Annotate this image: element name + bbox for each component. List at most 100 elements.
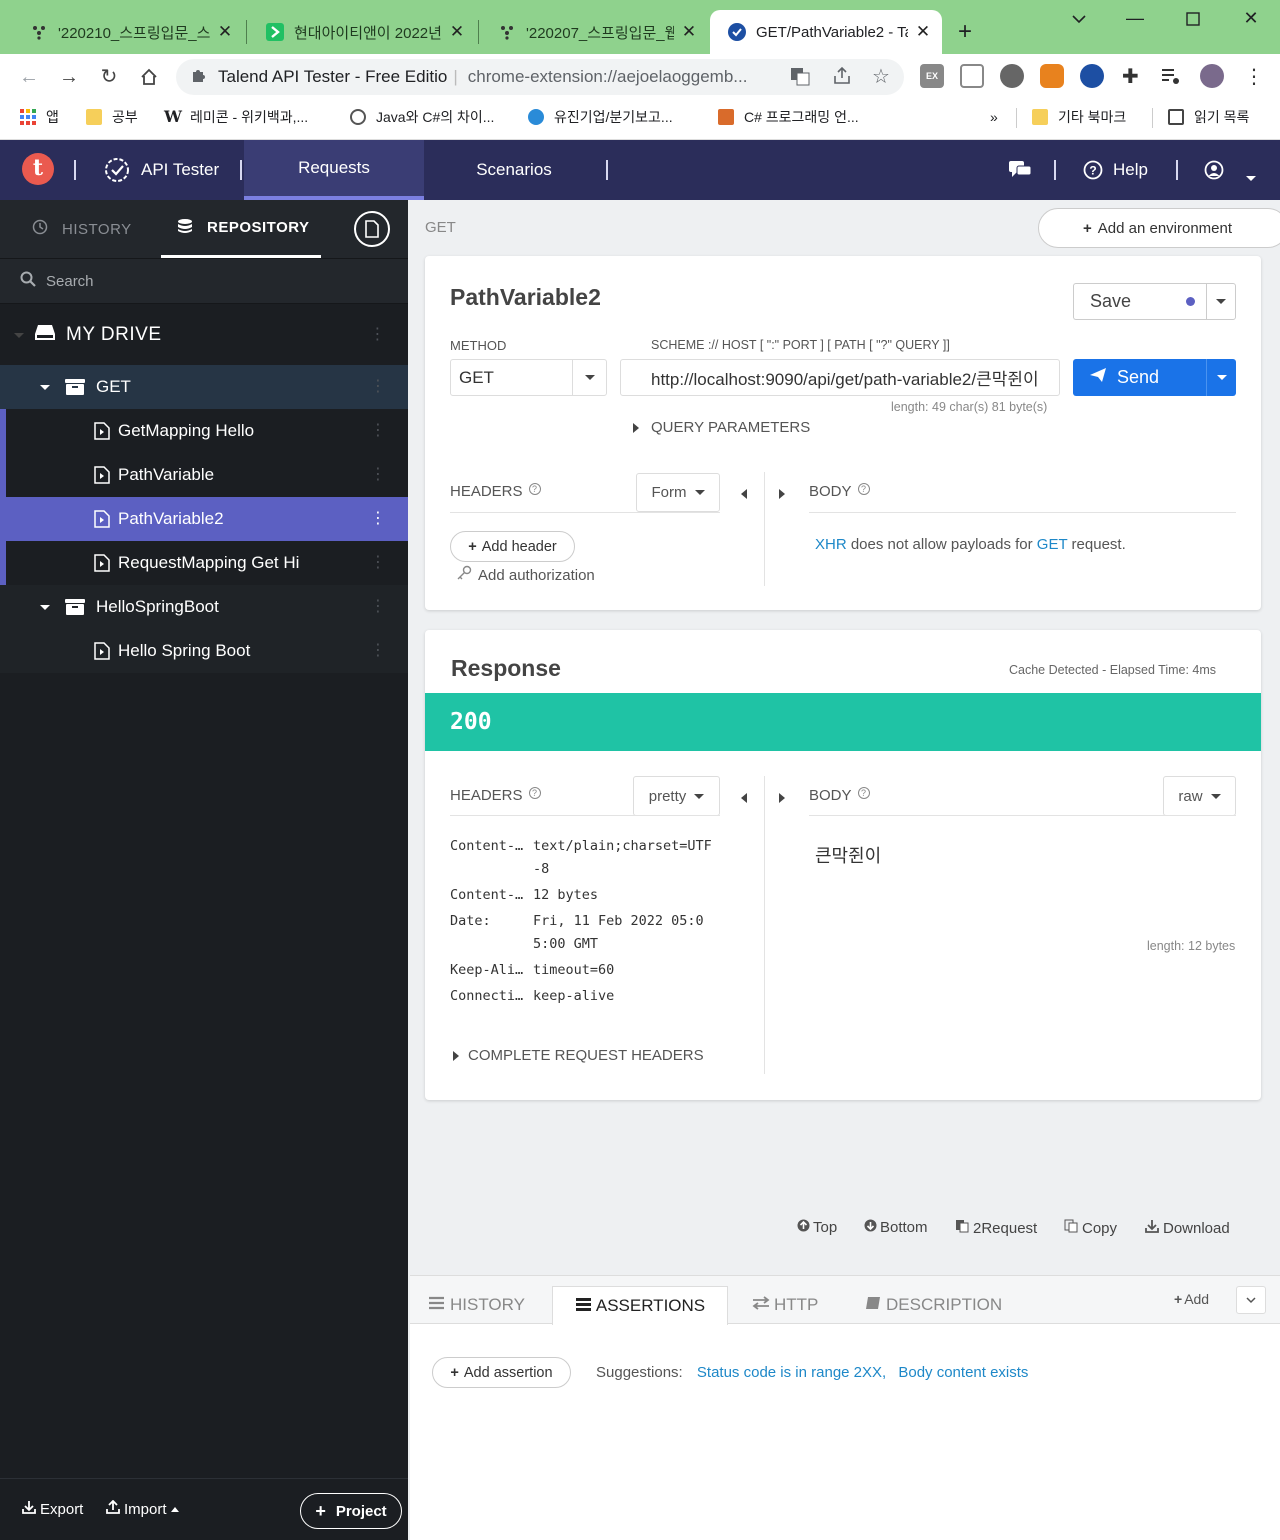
bottom-tab-description[interactable]: DESCRIPTION [865,1286,1002,1324]
my-drive-row[interactable]: MY DRIVE ⋮ [0,312,408,358]
reading-list[interactable]: 읽기 목록 [1168,106,1249,128]
headers-mode-select[interactable]: Form [636,473,720,512]
add-assertion-button[interactable]: + Add assertion [432,1357,571,1388]
new-tab-icon[interactable]: + [958,18,972,46]
maximize-icon[interactable] [1178,8,1208,31]
expand-right-icon[interactable] [779,486,785,502]
response-body-format-select[interactable]: raw [1163,776,1236,816]
tree-folder-get[interactable]: GET ⋮ [0,365,408,409]
tab-close-icon[interactable]: ✕ [448,22,466,42]
add-tab-button[interactable]: + Add [1174,1291,1209,1307]
tab-history[interactable]: HISTORY [32,200,132,258]
tab-close-icon[interactable]: ✕ [914,22,932,42]
extension-icon[interactable] [1000,64,1024,88]
tree-request[interactable]: GetMapping Hello ⋮ [0,409,408,453]
metamask-icon[interactable] [1040,64,1064,88]
get-link[interactable]: GET [1037,536,1068,553]
nav-scenarios[interactable]: Scenarios [424,140,604,200]
tree-folder-hellospringboot[interactable]: HelloSpringBoot ⋮ [0,585,408,629]
browser-menu-icon[interactable]: ⋮ [1244,64,1264,89]
more-options-icon[interactable]: ⋮ [370,423,386,439]
collapse-panel-button[interactable] [1236,1286,1266,1314]
tab-close-icon[interactable]: ✕ [216,22,234,42]
tab-search-icon[interactable] [1064,8,1094,29]
bookmarks-overflow-icon[interactable]: » [990,106,998,128]
export-button[interactable]: Export [22,1500,83,1518]
ex-extension-icon[interactable]: EX [920,64,944,88]
bookmark-folder[interactable]: 기타 북마크 [1032,106,1126,128]
request-name[interactable]: PathVariable2 [450,284,601,311]
new-project-button[interactable]: + Project [300,1493,402,1529]
info-icon[interactable]: ? [857,787,870,799]
to-request-button[interactable]: 2Request [955,1219,1037,1237]
help-link[interactable]: Help [1113,160,1148,180]
xhr-link[interactable]: XHR [815,536,847,553]
more-options-icon[interactable]: ⋮ [370,511,386,527]
scroll-bottom-button[interactable]: Bottom [864,1219,928,1236]
more-options-icon[interactable]: ⋮ [370,467,386,483]
new-file-icon[interactable] [354,211,390,247]
profile-avatar[interactable] [1200,64,1224,88]
browser-tab[interactable]: 현대아이티앤이 2022년 ✕ [248,10,476,54]
sidebar-search-input[interactable]: Search [0,258,408,304]
info-icon[interactable]: ? [857,483,870,495]
forward-icon[interactable]: → [56,64,82,90]
breadcrumb[interactable]: GET [425,219,456,236]
suggestion-link[interactable]: Body content exists [898,1364,1028,1381]
tree-request[interactable]: RequestMapping Get Hi ⋮ [0,541,408,585]
bottom-tab-history[interactable]: HISTORY [428,1286,525,1324]
url-input[interactable]: http://localhost:9090/api/get/path-varia… [620,359,1060,396]
user-account-icon[interactable] [1204,160,1224,183]
save-button[interactable]: Save [1073,283,1207,320]
more-options-icon[interactable]: ⋮ [370,379,386,395]
tree-request-selected[interactable]: PathVariable2 ⋮ [0,497,408,541]
talend-logo[interactable]: t [22,153,54,185]
download-button[interactable]: Download [1145,1219,1230,1237]
tab-repository[interactable]: REPOSITORY [161,200,321,258]
bookmark-folder[interactable]: 공부 [86,106,138,128]
bottom-tab-http[interactable]: HTTP [752,1286,818,1324]
add-authorization-link[interactable]: Add authorization [456,565,595,585]
more-options-icon[interactable]: ⋮ [370,327,387,343]
tab-close-icon[interactable]: ✕ [680,22,698,42]
copy-button[interactable]: Copy [1064,1219,1117,1237]
bookmark-item[interactable]: W 레미콘 - 위키백과,... [164,106,308,128]
translate-icon[interactable] [790,66,812,88]
browser-tab[interactable]: '220210_스프링입문_스 ✕ [12,10,244,54]
bookmark-item[interactable]: C# 프로그래밍 언... [718,106,859,128]
add-header-button[interactable]: + Add header [450,531,575,562]
bookmark-item[interactable]: 유진기업/분기보고... [528,106,673,128]
close-window-icon[interactable]: ✕ [1236,8,1266,29]
share-icon[interactable] [832,66,854,88]
extensions-icon[interactable]: ✚ [1122,64,1139,89]
chat-icon[interactable] [1008,160,1032,183]
media-control-icon[interactable] [1160,66,1182,89]
save-options-dropdown[interactable] [1206,283,1236,320]
complete-request-headers-toggle[interactable]: COMPLETE REQUEST HEADERS [453,1047,704,1064]
query-parameters-toggle[interactable]: QUERY PARAMETERS [633,419,810,436]
extension-icon[interactable] [960,64,984,88]
info-icon[interactable]: ? [528,787,541,799]
bookmark-item[interactable]: Java와 C#의 차이... [350,106,494,128]
collapse-left-icon[interactable] [741,790,747,806]
tree-request[interactable]: Hello Spring Boot ⋮ [0,629,408,673]
tree-request[interactable]: PathVariable ⋮ [0,453,408,497]
nav-requests[interactable]: Requests [244,140,424,200]
response-headers-format-select[interactable]: pretty [633,776,720,816]
more-options-icon[interactable]: ⋮ [370,643,386,659]
collapse-left-icon[interactable] [741,486,747,502]
bookmark-item[interactable]: 앱 [20,106,59,128]
expand-right-icon[interactable] [779,790,785,806]
bookmark-star-icon[interactable]: ☆ [872,64,890,89]
method-select[interactable]: GET [450,359,607,396]
reload-icon[interactable]: ↻ [96,64,122,90]
api-tester-label[interactable]: API Tester [141,160,219,180]
home-icon[interactable] [136,64,162,90]
help-icon[interactable]: ? [1083,160,1103,183]
browser-tab[interactable]: '220207_스프링입문_웹 ✕ [480,10,708,54]
minimize-icon[interactable]: — [1120,8,1150,29]
import-button[interactable]: Import [106,1499,179,1518]
browser-tab-active[interactable]: GET/PathVariable2 - Ta ✕ [710,10,942,54]
send-button[interactable]: Send [1073,359,1207,396]
back-icon[interactable]: ← [16,64,42,90]
